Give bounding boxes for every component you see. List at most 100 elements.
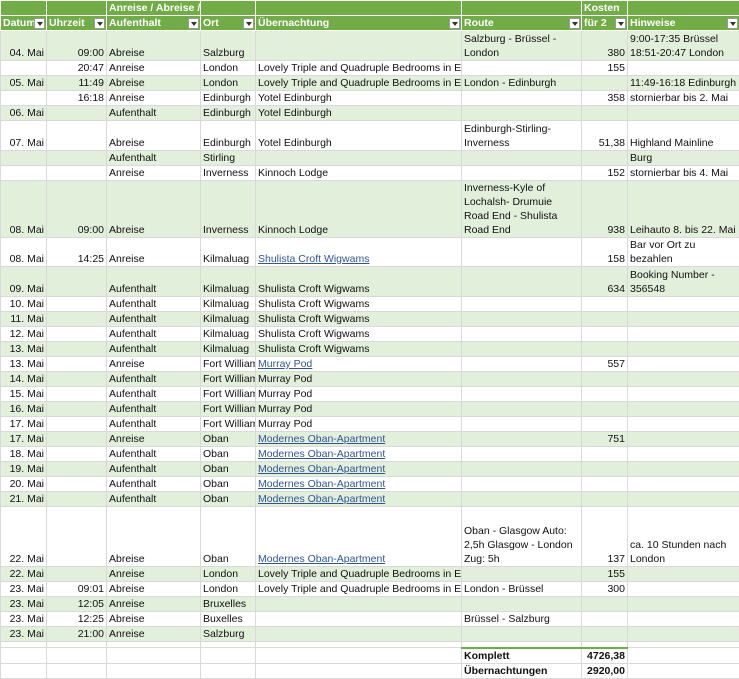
cell-kosten[interactable]: 155 — [582, 567, 628, 582]
cell-typ[interactable]: Anreise — [107, 357, 201, 372]
cell-route[interactable] — [462, 61, 582, 76]
cell-route[interactable] — [462, 238, 582, 267]
cell-ort[interactable]: Fort William — [201, 402, 256, 417]
cell-kosten[interactable] — [582, 342, 628, 357]
cell-ort[interactable]: Edinburgh — [201, 106, 256, 121]
cell-uhrzeit[interactable] — [47, 342, 107, 357]
cell-uhrzeit[interactable] — [47, 387, 107, 402]
cell-kosten[interactable] — [582, 627, 628, 642]
cell-kosten[interactable]: 358 — [582, 91, 628, 106]
cell-hinweise[interactable] — [628, 627, 739, 642]
cell-hinweise[interactable] — [628, 106, 739, 121]
cell-uhrzeit[interactable]: 12:05 — [47, 597, 107, 612]
cell-route[interactable]: Edinburgh-Stirling-Inverness — [462, 121, 582, 151]
cell-uhrzeit[interactable] — [47, 166, 107, 181]
cell-typ[interactable]: Abreise — [107, 31, 201, 61]
cell-ort[interactable]: Kilmaluag — [201, 297, 256, 312]
cell-route[interactable]: Salzburg - Brüssel - London — [462, 31, 582, 61]
cell-hinweise[interactable] — [628, 567, 739, 582]
cell-route[interactable]: Oban - Glasgow Auto: 2,5h Glasgow - Lond… — [462, 507, 582, 567]
cell-uebernachtung[interactable]: Shulista Croft Wigwams — [256, 297, 462, 312]
cell-uebernachtung[interactable]: Shulista Croft Wigwams — [256, 238, 462, 267]
filter-dropdown-icon[interactable] — [615, 18, 626, 29]
cell-uhrzeit[interactable] — [47, 312, 107, 327]
cell-uhrzeit[interactable]: 21:00 — [47, 627, 107, 642]
cell-route[interactable] — [462, 357, 582, 372]
cell-route[interactable] — [462, 627, 582, 642]
cell-ort[interactable]: London — [201, 567, 256, 582]
cell-typ[interactable]: Anreise — [107, 61, 201, 76]
filter-dropdown-icon[interactable] — [569, 18, 580, 29]
cell-ort[interactable]: Oban — [201, 477, 256, 492]
cell-route[interactable] — [462, 477, 582, 492]
cell-typ[interactable]: Aufenthalt — [107, 267, 201, 297]
cell-route[interactable] — [462, 402, 582, 417]
cell-kosten[interactable]: 300 — [582, 582, 628, 597]
cell-datum[interactable]: 20. Mai — [1, 477, 47, 492]
cell-ort[interactable]: Kilmaluag — [201, 312, 256, 327]
cell-uebernachtung[interactable]: Yotel Edinburgh — [256, 106, 462, 121]
cell-ort[interactable]: Buxelles — [201, 612, 256, 627]
cell-hinweise[interactable] — [628, 312, 739, 327]
cell-route[interactable] — [462, 91, 582, 106]
cell-uhrzeit[interactable] — [47, 402, 107, 417]
cell-typ[interactable]: Anreise — [107, 627, 201, 642]
cell-uhrzeit[interactable]: 09:00 — [47, 31, 107, 61]
cell-ort[interactable]: Kilmaluag — [201, 267, 256, 297]
cell-route[interactable] — [462, 106, 582, 121]
empty-cell[interactable] — [256, 663, 462, 678]
cell-kosten[interactable]: 557 — [582, 357, 628, 372]
empty-cell[interactable] — [256, 648, 462, 664]
cell-typ[interactable]: Anreise — [107, 597, 201, 612]
cell-uhrzeit[interactable] — [47, 567, 107, 582]
cell-hinweise[interactable]: Booking Number - 356548 — [628, 267, 739, 297]
cell-datum[interactable]: 22. Mai — [1, 567, 47, 582]
cell-typ[interactable]: Abreise — [107, 121, 201, 151]
cell-kosten[interactable]: 158 — [582, 238, 628, 267]
cell-ort[interactable]: Oban — [201, 507, 256, 567]
cell-ort[interactable]: London — [201, 61, 256, 76]
cell-ort[interactable]: London — [201, 76, 256, 91]
cell-kosten[interactable]: 751 — [582, 432, 628, 447]
cell-datum[interactable]: 17. Mai — [1, 417, 47, 432]
cell-uebernachtung[interactable]: Murray Pod — [256, 372, 462, 387]
empty-cell[interactable] — [1, 663, 47, 678]
cell-ort[interactable]: Oban — [201, 432, 256, 447]
empty-cell[interactable] — [47, 648, 107, 664]
cell-uhrzeit[interactable] — [47, 267, 107, 297]
total-label[interactable]: Komplett — [462, 648, 582, 664]
cell-hinweise[interactable] — [628, 477, 739, 492]
cell-kosten[interactable]: 137 — [582, 507, 628, 567]
cell-route[interactable] — [462, 372, 582, 387]
cell-typ[interactable]: Anreise — [107, 91, 201, 106]
total-value[interactable]: 4726,38 — [582, 648, 628, 664]
cell-ort[interactable]: Salzburg — [201, 31, 256, 61]
cell-ort[interactable]: Kilmaluag — [201, 342, 256, 357]
cell-datum[interactable] — [1, 61, 47, 76]
cell-uhrzeit[interactable] — [47, 462, 107, 477]
filter-dropdown-icon[interactable] — [188, 18, 199, 29]
cell-uebernachtung[interactable] — [256, 597, 462, 612]
cell-route[interactable] — [462, 312, 582, 327]
cell-typ[interactable]: Aufenthalt — [107, 447, 201, 462]
cell-hinweise[interactable]: 9:00-17:35 Brüssel 18:51-20:47 London — [628, 31, 739, 61]
cell-typ[interactable]: Aufenthalt — [107, 151, 201, 166]
cell-hinweise[interactable] — [628, 492, 739, 507]
cell-datum[interactable]: 07. Mai — [1, 121, 47, 151]
cell-uhrzeit[interactable]: 16:18 — [47, 91, 107, 106]
cell-ort[interactable]: Salzburg — [201, 627, 256, 642]
cell-hinweise[interactable] — [628, 372, 739, 387]
cell-datum[interactable]: 21. Mai — [1, 492, 47, 507]
cell-typ[interactable]: Aufenthalt — [107, 312, 201, 327]
cell-typ[interactable]: Aufenthalt — [107, 106, 201, 121]
cell-kosten[interactable] — [582, 477, 628, 492]
cell-datum[interactable]: 16. Mai — [1, 402, 47, 417]
cell-datum[interactable]: 08. Mai — [1, 181, 47, 238]
cell-kosten[interactable] — [582, 402, 628, 417]
cell-kosten[interactable] — [582, 327, 628, 342]
accommodation-link[interactable]: Modernes Oban-Apartment — [258, 493, 385, 505]
cell-datum[interactable] — [1, 151, 47, 166]
cell-datum[interactable]: 17. Mai — [1, 432, 47, 447]
cell-route[interactable] — [462, 417, 582, 432]
cell-route[interactable] — [462, 597, 582, 612]
